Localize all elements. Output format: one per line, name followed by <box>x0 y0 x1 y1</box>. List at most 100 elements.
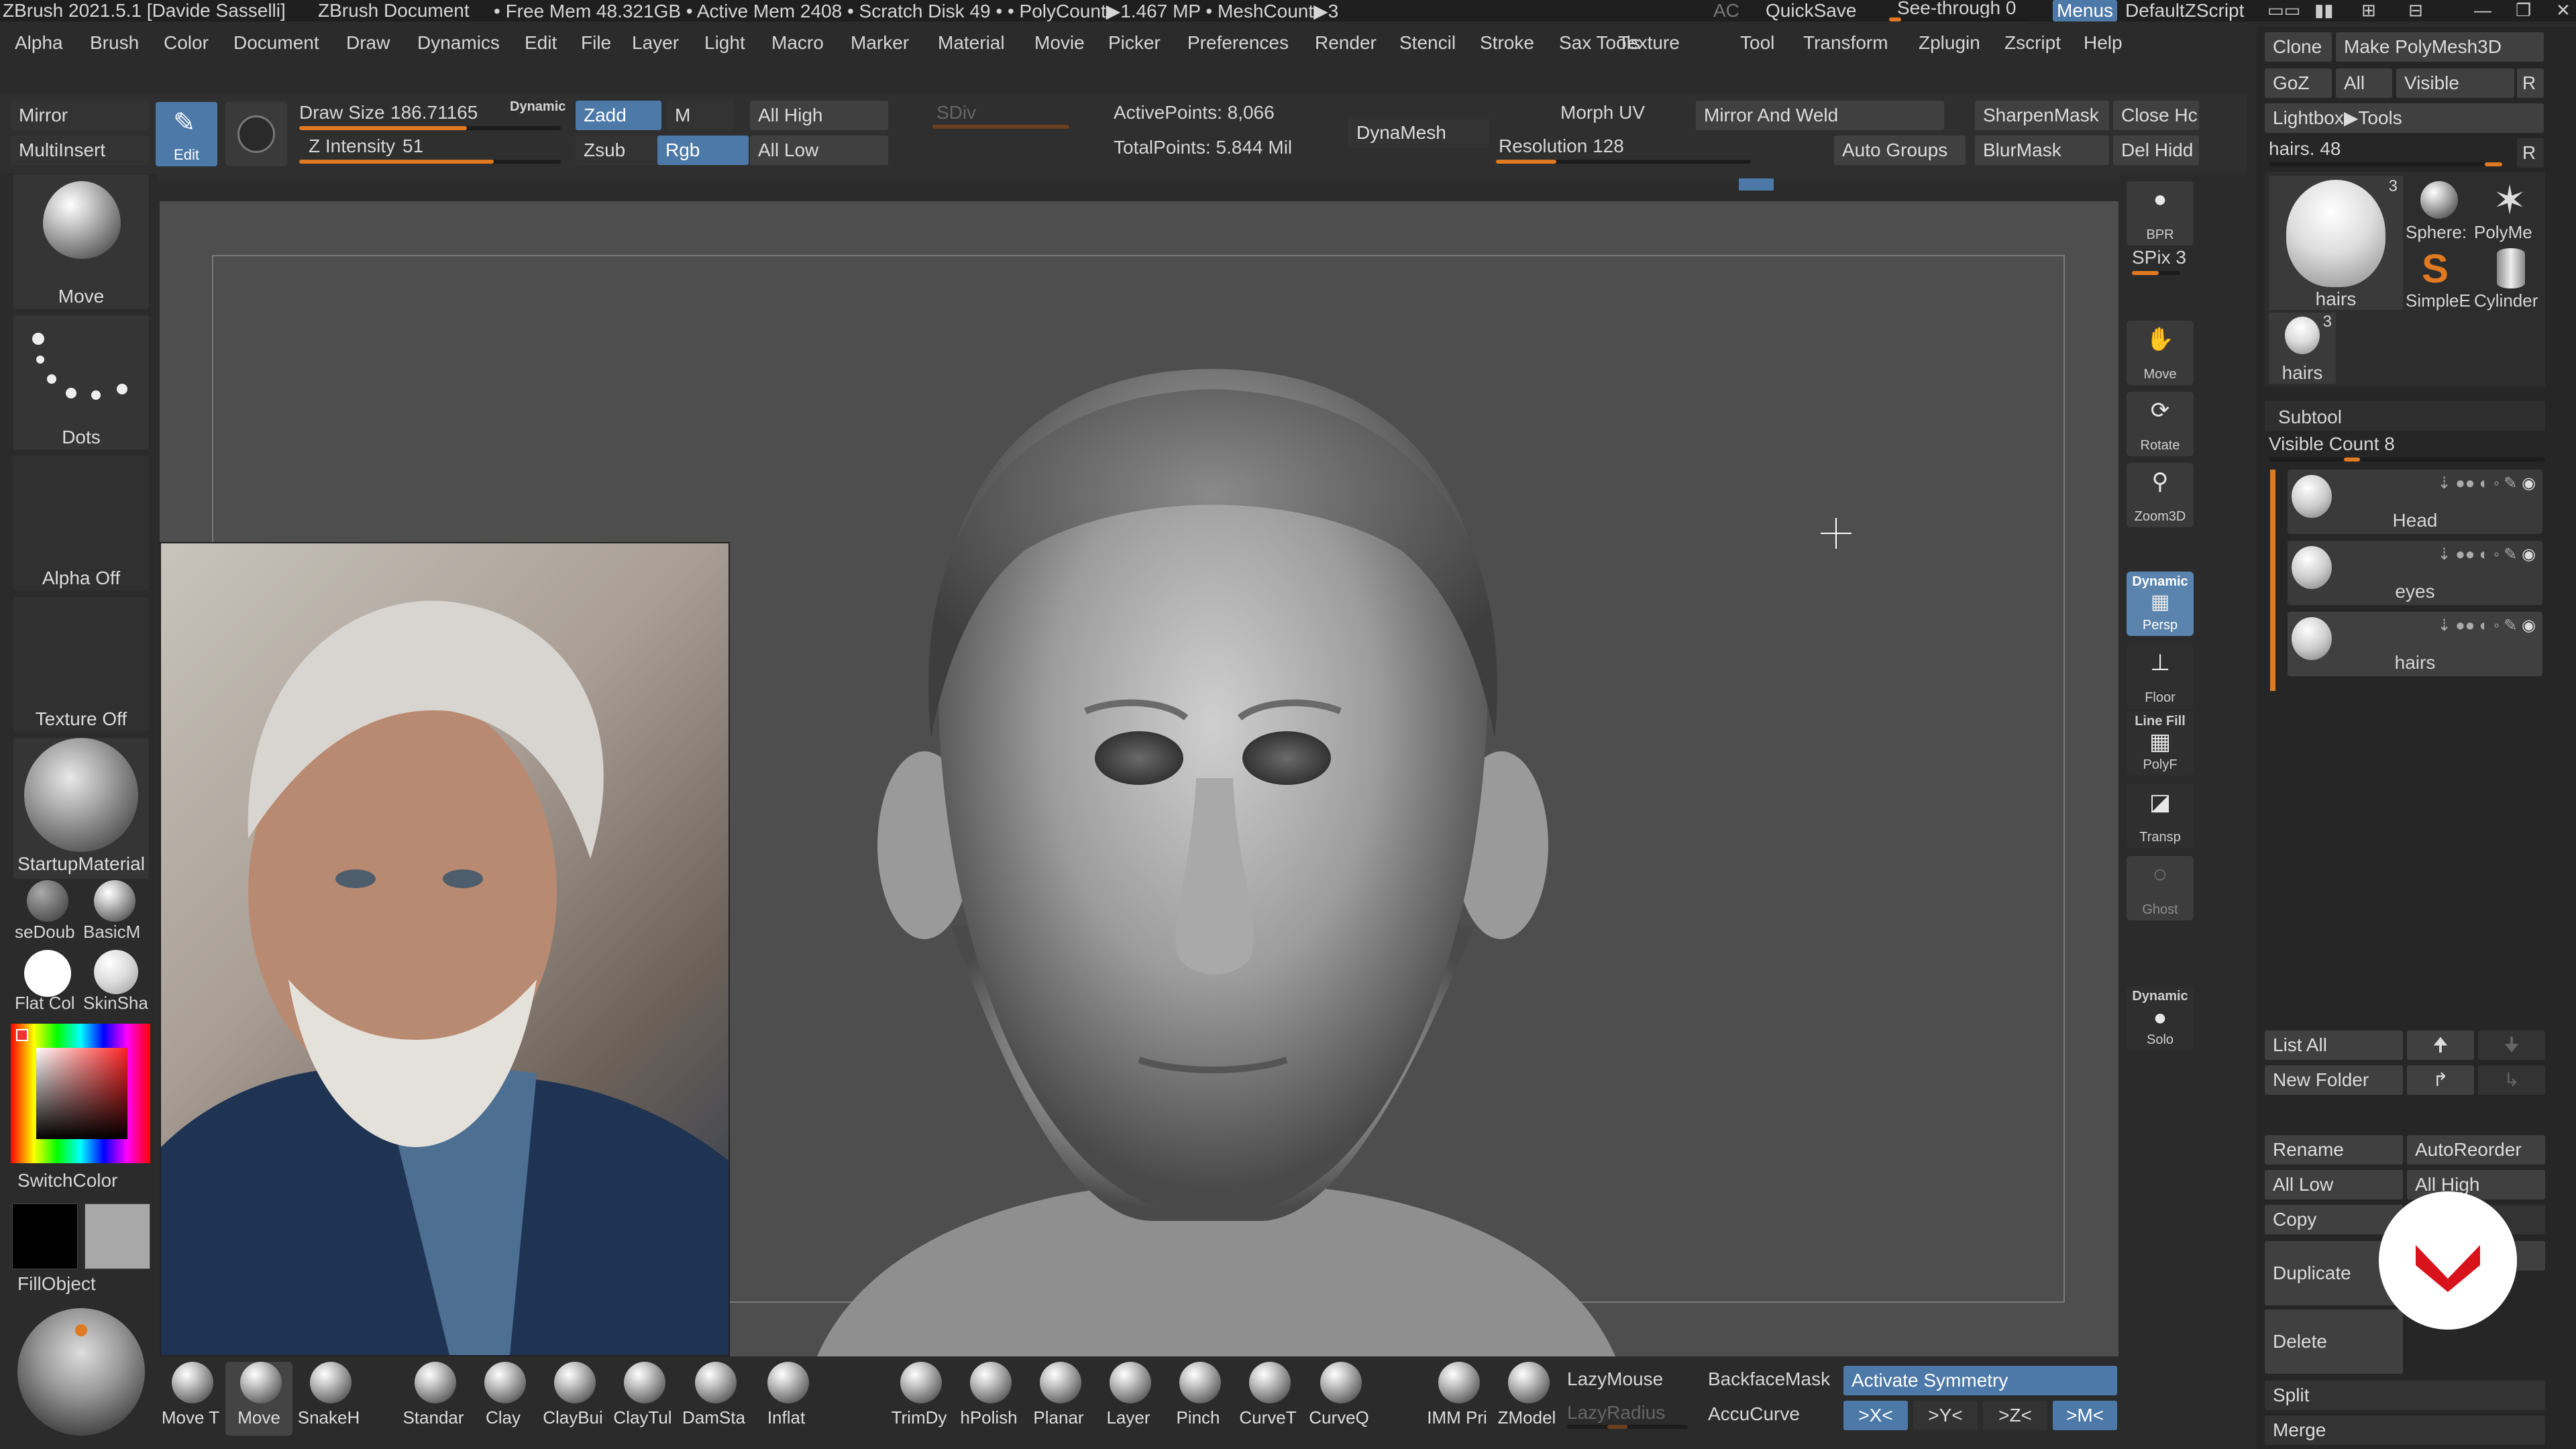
see-through-track[interactable] <box>1889 17 2030 21</box>
brush-curveq[interactable]: CurveQ <box>1305 1362 1373 1436</box>
lazymouse-button[interactable]: LazyMouse <box>1567 1368 1663 1390</box>
brush-curvet[interactable]: CurveT <box>1234 1362 1301 1436</box>
brush-inflat[interactable]: Inflat <box>753 1362 820 1436</box>
subtool-scroll-area[interactable] <box>2281 691 2545 1013</box>
tool-thumb-hairs-small[interactable]: 3 hairs <box>2269 313 2336 384</box>
menu-edit[interactable]: Edit <box>525 32 557 54</box>
subtool-row-head[interactable]: ⇣ ●● ◐ ◦ ✎ ◉ Head <box>2288 470 2542 534</box>
rotate-view-button[interactable]: ⟳ Rotate <box>2127 392 2194 456</box>
mirror-button[interactable]: Mirror <box>11 101 149 130</box>
all-low-button[interactable]: All Low <box>750 136 888 165</box>
current-tool-slider[interactable]: hairs. 48 <box>2269 138 2341 160</box>
menu-render[interactable]: Render <box>1315 32 1377 54</box>
color-picker[interactable] <box>11 1024 150 1163</box>
auto-groups-button[interactable]: Auto Groups <box>1834 136 1966 165</box>
move-down-button[interactable]: 🠋 <box>2478 1030 2545 1060</box>
material-quick-2[interactable]: BasicM <box>80 880 150 950</box>
menu-draw[interactable]: Draw <box>346 32 390 54</box>
sharpen-mask-button[interactable]: SharpenMask <box>1975 101 2109 130</box>
folder-redirect-button[interactable]: ↱ <box>2407 1065 2474 1095</box>
polyframe-button[interactable]: Line Fill ▦ PolyF <box>2127 711 2194 775</box>
zoom3d-button[interactable]: ⚲ Zoom3D <box>2127 463 2194 527</box>
material-quick-1[interactable]: seDoub <box>12 880 82 950</box>
goz-all-button[interactable]: All <box>2336 68 2392 98</box>
current-tool-r-button[interactable]: R <box>2517 138 2544 168</box>
brush-move-t[interactable]: Move T <box>157 1362 224 1436</box>
transp-button[interactable]: ◪ Transp <box>2127 784 2194 848</box>
brush-planar[interactable]: Planar <box>1025 1362 1092 1436</box>
zadd-button[interactable]: Zadd <box>576 101 661 130</box>
goz-button[interactable]: GoZ <box>2265 68 2332 98</box>
bpr-button[interactable]: ● BPR <box>2127 181 2194 246</box>
auto-reorder-button[interactable]: AutoReorder <box>2407 1135 2545 1165</box>
menu-zplugin[interactable]: Zplugin <box>1919 32 1980 54</box>
menu-document[interactable]: Document <box>233 32 319 54</box>
morph-uv-button[interactable]: Morph UV <box>1560 102 1645 123</box>
spix-label[interactable]: SPix 3 <box>2132 247 2186 268</box>
tool-thumb-polymesh[interactable]: ✶ PolyMe <box>2474 176 2545 243</box>
visibility-eye-icon[interactable]: ◉ <box>2522 545 2536 564</box>
menu-macro[interactable]: Macro <box>771 32 824 54</box>
split-button[interactable]: Split <box>2265 1381 2545 1410</box>
visible-count-slider[interactable] <box>2269 458 2545 462</box>
menu-dynamics[interactable]: Dynamics <box>417 32 500 54</box>
viewport[interactable] <box>160 201 2118 1356</box>
brush-hpolish[interactable]: hPolish <box>955 1362 1022 1436</box>
menu-stencil[interactable]: Stencil <box>1399 32 1456 54</box>
menu-movie[interactable]: Movie <box>1034 32 1085 54</box>
color-picker-square[interactable] <box>36 1048 127 1139</box>
menu-file[interactable]: File <box>581 32 611 54</box>
brush-standar[interactable]: Standar <box>400 1362 467 1436</box>
brush-damsta[interactable]: DamSta <box>680 1362 747 1436</box>
m-button[interactable]: M <box>667 101 734 130</box>
stroke-selector[interactable]: Dots <box>13 315 149 449</box>
symmetry-z-button[interactable]: >Z< <box>1983 1401 2047 1430</box>
solo-button[interactable]: Dynamic ● Solo <box>2127 986 2194 1051</box>
menu-help[interactable]: Help <box>2084 32 2123 54</box>
brush-move[interactable]: Move <box>225 1362 292 1436</box>
spix-slider[interactable] <box>2132 271 2180 275</box>
blur-mask-button[interactable]: BlurMask <box>1975 136 2109 165</box>
menus-toggle[interactable]: Menus <box>2053 0 2118 21</box>
dynamesh-button[interactable]: DynaMesh <box>1348 118 1489 148</box>
zsub-button[interactable]: Zsub <box>576 136 661 165</box>
all-high-button[interactable]: All High <box>750 101 888 130</box>
default-zscript[interactable]: DefaultZScript <box>2125 0 2244 21</box>
material-quick-3[interactable]: Flat Col <box>12 950 82 1020</box>
window-icon[interactable]: ⊟ <box>2408 0 2423 21</box>
layout-icon[interactable]: ▭▭ <box>2267 0 2300 21</box>
sdiv-slider[interactable] <box>932 125 1069 129</box>
toolbar-scroll-indicator[interactable] <box>1739 178 1774 191</box>
new-folder-button[interactable]: New Folder <box>2265 1065 2403 1095</box>
merge-button[interactable]: Merge <box>2265 1415 2545 1445</box>
tool-thumb-sphere[interactable]: Sphere: <box>2406 176 2473 243</box>
quicksave-button[interactable]: QuickSave <box>1766 0 1856 21</box>
symmetry-x-button[interactable]: >X< <box>1843 1401 1908 1430</box>
persp-button[interactable]: Dynamic ▦ Persp <box>2127 572 2194 636</box>
lazyradius-slider[interactable]: LazyRadius <box>1567 1402 1665 1424</box>
tool-thumb-simplebrush[interactable]: S SimpleE <box>2406 244 2473 311</box>
visibility-eye-icon[interactable]: ◉ <box>2522 474 2536 492</box>
ghost-button[interactable]: ◌ Ghost <box>2127 856 2194 920</box>
floor-button[interactable]: ⊥ Floor <box>2127 644 2194 708</box>
minimize-icon[interactable]: — <box>2474 0 2491 21</box>
visible-count-label[interactable]: Visible Count 8 <box>2269 433 2395 455</box>
see-through-slider[interactable]: See-through 0 <box>1897 0 2016 19</box>
current-tool-slider-track[interactable] <box>2269 162 2502 166</box>
brush-layer[interactable]: Layer <box>1095 1362 1162 1436</box>
menu-marker[interactable]: Marker <box>851 32 909 54</box>
menu-preferences[interactable]: Preferences <box>1187 32 1289 54</box>
symmetry-y-button[interactable]: >Y< <box>1913 1401 1978 1430</box>
mirror-and-weld-button[interactable]: Mirror And Weld <box>1696 101 1944 130</box>
close-holes-button[interactable]: Close Hc <box>2113 101 2199 130</box>
goz-r-button[interactable]: R <box>2517 68 2544 98</box>
z-intensity-slider[interactable] <box>299 160 561 164</box>
edit-button[interactable]: ✎ Edit <box>156 102 217 166</box>
secondary-color-swatch[interactable] <box>85 1203 150 1269</box>
grid-icon[interactable]: ▮▮ <box>2314 0 2334 21</box>
rename-button[interactable]: Rename <box>2265 1135 2403 1165</box>
tool-thumb-hairs[interactable]: 3 hairs <box>2269 176 2403 310</box>
menu-transform[interactable]: Transform <box>1803 32 1888 54</box>
menu-stroke[interactable]: Stroke <box>1480 32 1534 54</box>
brush-clay[interactable]: Clay <box>470 1362 537 1436</box>
